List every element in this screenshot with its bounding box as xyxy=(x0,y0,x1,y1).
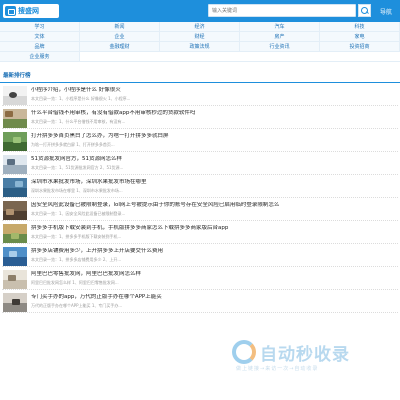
watermark-overlay: 自动秒收录 做上链接→来访一次→自动收录 xyxy=(232,336,392,376)
article-thumbnail[interactable] xyxy=(3,155,27,174)
category-link[interactable]: 行业资讯 xyxy=(240,42,320,52)
watermark-logo-icon xyxy=(232,340,256,364)
category-link[interactable]: 财经 xyxy=(160,32,240,42)
article-item[interactable]: 拼多多手机版下载安装到手机，手机版拼多多商家怎么下载拼多多商家版后台app 本文… xyxy=(2,221,398,244)
category-link[interactable]: 品牌 xyxy=(0,42,80,52)
category-link[interactable]: 学习 xyxy=(0,22,80,32)
article-title[interactable]: 阿里巴巴零售批发网，阿里巴巴批发网怎么样 xyxy=(31,271,398,278)
article-summary: 本文目录一览：1、小程序是什么 好像很火 1、小程序... xyxy=(31,96,131,101)
article-item[interactable]: 深圳市水果批发市场，深圳水果批发市场在哪里 深圳水果批发市场在哪里 1、深圳市水… xyxy=(2,175,398,198)
article-thumbnail[interactable] xyxy=(3,132,27,151)
article-summary: 万代的正版手办在哪个APP上能买 1、专门买手办... xyxy=(31,303,123,308)
article-summary: 深圳水果批发市场在哪里 1、深圳市水果批发市场... xyxy=(31,188,123,193)
category-link[interactable]: 科技 xyxy=(320,22,400,32)
article-thumbnail[interactable] xyxy=(3,293,27,312)
article-thumbnail[interactable] xyxy=(3,109,27,128)
category-link[interactable]: 企业服务 xyxy=(0,52,80,62)
article-thumbnail[interactable] xyxy=(3,86,27,105)
article-summary: 本文目录一览：1、拼多多手机版下载安装到手机... xyxy=(31,234,122,239)
article-item[interactable]: 专门买手办的app，万代的正版手办在哪个APP上能买 万代的正版手办在哪个APP… xyxy=(2,290,398,313)
watermark-text: 自动秒收录 xyxy=(260,345,350,365)
article-summary: 本文目录一览：1、51货源批发网官方 2、51货源... xyxy=(31,165,124,170)
article-item[interactable]: 因安全风险此设备已被限制登录，lol网上号被提示由于你的账号存在安全风险已启用临… xyxy=(2,198,398,221)
article-item[interactable]: 拼多多店铺费用多少，上开拼多多上开店要交什么费用 本文目录一览：1、拼多多店铺费… xyxy=(2,244,398,267)
article-title[interactable]: 深圳市水果批发市场，深圳水果批发市场在哪里 xyxy=(31,179,398,186)
article-thumbnail[interactable] xyxy=(3,247,27,266)
category-nav: 学习 新闻 经济 汽车 科技 文体 企业 财经 房产 家电 品牌 金融理财 政策… xyxy=(0,22,400,62)
article-title[interactable]: 小程序介绍，小程序是什么 好像很火 xyxy=(31,87,398,94)
category-link[interactable]: 房产 xyxy=(240,32,320,42)
category-link[interactable]: 政策法规 xyxy=(160,42,240,52)
article-title[interactable]: 打开拼多多首页黑白了怎么办，为啥一打开拼多多就白屏 xyxy=(31,133,398,140)
search-icon[interactable] xyxy=(358,4,371,17)
article-item[interactable]: 51货源批发网官方，51货源网怎么样 本文目录一览：1、51货源批发网官方 2、… xyxy=(2,152,398,175)
article-summary: 阿里巴巴批发网怎么样 1、阿里巴巴零售批发网... xyxy=(31,280,119,285)
article-title[interactable]: 因安全风险此设备已被限制登录，lol网上号被提示由于你的账号存在安全风险已启用临… xyxy=(31,202,398,209)
category-empty-cell xyxy=(240,52,320,62)
category-empty-cell xyxy=(160,52,240,62)
section-title: 最新排行榜 xyxy=(0,65,400,83)
article-title[interactable]: 51货源批发网官方，51货源网怎么样 xyxy=(31,156,398,163)
article-thumbnail[interactable] xyxy=(3,270,27,289)
article-summary: 本文目录一览：1、拼多多店铺费用多少 2、上开... xyxy=(31,257,122,262)
article-title[interactable]: 拼多多店铺费用多少，上开拼多多上开店要交什么费用 xyxy=(31,248,398,255)
category-link[interactable]: 汽车 xyxy=(240,22,320,32)
category-empty-cell xyxy=(320,52,400,62)
article-thumbnail[interactable] xyxy=(3,201,27,220)
category-link[interactable]: 经济 xyxy=(160,22,240,32)
watermark-subtext: 做上链接→来访一次→自动收录 xyxy=(236,366,319,372)
article-item[interactable]: 阿里巴巴零售批发网，阿里巴巴批发网怎么样 阿里巴巴批发网怎么样 1、阿里巴巴零售… xyxy=(2,267,398,290)
article-thumbnail[interactable] xyxy=(3,178,27,197)
article-item[interactable]: 什么平台借钱不用审核，有没有借款app不用审核秒过的贷款软件吗 本文目录一览：1… xyxy=(2,106,398,129)
search-input[interactable] xyxy=(208,4,356,17)
article-title[interactable]: 专门买手办的app，万代的正版手办在哪个APP上能买 xyxy=(31,294,398,301)
article-title[interactable]: 什么平台借钱不用审核，有没有借款app不用审核秒过的贷款软件吗 xyxy=(31,110,398,117)
category-link[interactable]: 文体 xyxy=(0,32,80,42)
logo-text: 搜盛网 xyxy=(18,7,39,15)
article-summary: 为啥一打开拼多多就白屏 1、打开拼多多首页... xyxy=(31,142,115,147)
logo-icon xyxy=(5,6,16,16)
article-title[interactable]: 拼多多手机版下载安装到手机，手机版拼多多商家怎么下载拼多多商家版后台app xyxy=(31,225,398,232)
article-summary: 本文目录一览：1、什么平台借钱不用审核，有没有... xyxy=(31,119,126,124)
category-empty-cell xyxy=(80,52,160,62)
category-link[interactable]: 家电 xyxy=(320,32,400,42)
category-link[interactable]: 投资招商 xyxy=(320,42,400,52)
nav-menu-link[interactable]: 导航 xyxy=(380,7,392,16)
article-list: 小程序介绍，小程序是什么 好像很火 本文目录一览：1、小程序是什么 好像很火 1… xyxy=(0,83,400,313)
article-thumbnail[interactable] xyxy=(3,224,27,243)
category-link[interactable]: 金融理财 xyxy=(80,42,160,52)
site-header: 搜盛网 导航 xyxy=(0,0,400,22)
category-link[interactable]: 新闻 xyxy=(80,22,160,32)
article-item[interactable]: 打开拼多多首页黑白了怎么办，为啥一打开拼多多就白屏 为啥一打开拼多多就白屏 1、… xyxy=(2,129,398,152)
site-logo[interactable]: 搜盛网 xyxy=(3,4,59,18)
article-summary: 本文目录一览：1、因安全风险此设备已被限制登录... xyxy=(31,211,126,216)
article-item[interactable]: 小程序介绍，小程序是什么 好像很火 本文目录一览：1、小程序是什么 好像很火 1… xyxy=(2,83,398,106)
category-link[interactable]: 企业 xyxy=(80,32,160,42)
